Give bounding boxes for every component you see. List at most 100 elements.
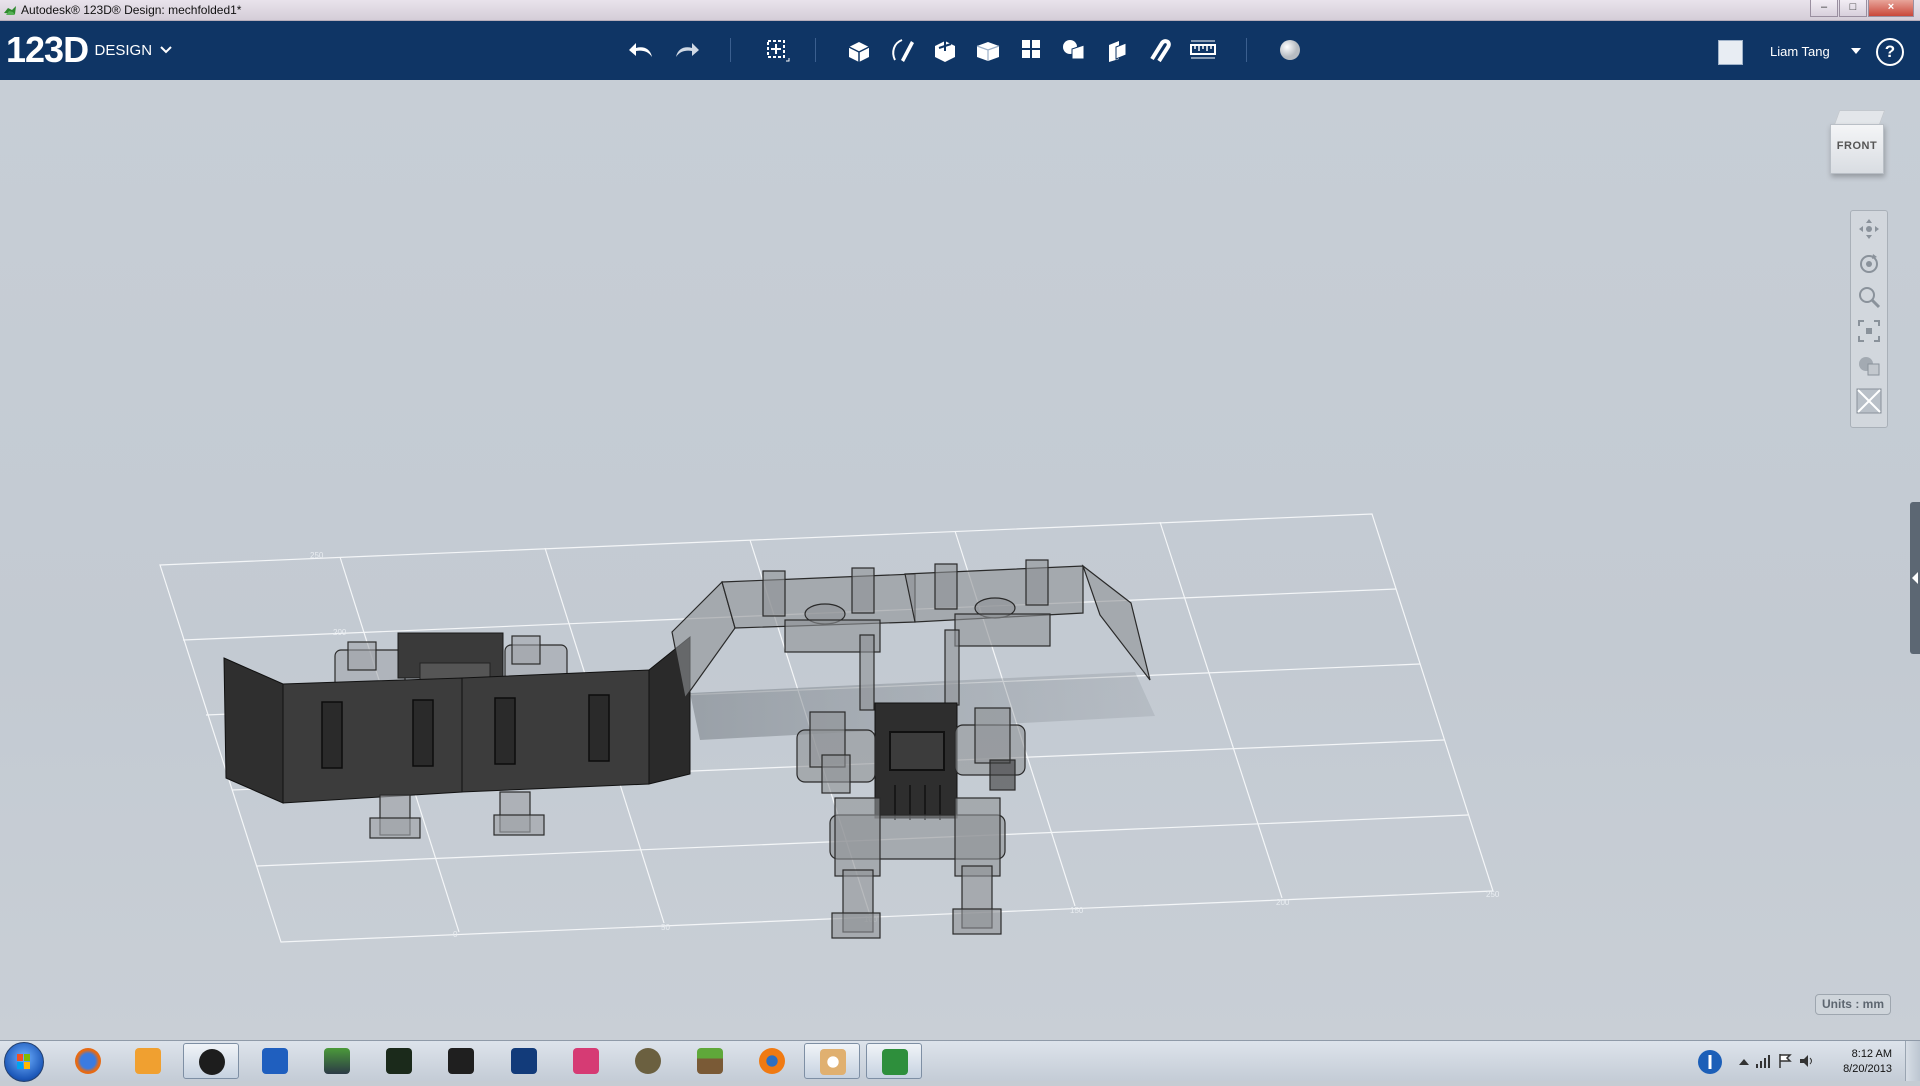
taskbar-krita[interactable]	[558, 1043, 614, 1079]
intel-graphics-icon[interactable]	[1695, 1047, 1725, 1077]
scene-canvas[interactable]: 250 200 50 100 150 200 250 0	[0, 80, 1920, 1040]
combine-button[interactable]	[1101, 35, 1133, 65]
inkscape-icon	[324, 1048, 350, 1074]
stencyl-icon	[386, 1048, 412, 1074]
3d-viewport[interactable]: 250 200 50 100 150 200 250 0	[0, 80, 1920, 1040]
pan-button[interactable]	[1855, 215, 1883, 243]
taskbar-inkscape[interactable]	[309, 1043, 365, 1079]
taskbar-paint[interactable]	[804, 1043, 860, 1079]
orbit-button[interactable]	[1855, 249, 1883, 277]
start-button[interactable]	[4, 1042, 44, 1082]
123d-app-icon	[4, 6, 16, 15]
media-player-icon	[135, 1048, 161, 1074]
user-dropdown-icon[interactable]	[1851, 48, 1861, 54]
material-button[interactable]	[1274, 35, 1306, 65]
measure-button[interactable]	[1187, 35, 1219, 65]
view-cube-front-face[interactable]: FRONT	[1830, 124, 1884, 174]
blender-icon	[759, 1048, 785, 1074]
taskbar-media-player[interactable]	[120, 1043, 176, 1079]
grouping-icon	[1063, 40, 1085, 60]
transform-button[interactable]	[760, 35, 792, 65]
construct-button[interactable]	[929, 35, 961, 65]
materials-outline-button[interactable]	[1855, 387, 1883, 415]
show-desktop-button[interactable]	[1905, 1041, 1920, 1081]
zoom-button[interactable]	[1855, 283, 1883, 311]
grouping-button[interactable]	[1058, 35, 1090, 65]
measure-icon	[1190, 40, 1216, 59]
action-center-flag-icon[interactable]	[1777, 1053, 1793, 1069]
chevron-down-icon	[160, 46, 173, 54]
construct-icon	[935, 41, 955, 62]
view-style-button[interactable]	[1855, 351, 1883, 379]
primitives-button[interactable]	[843, 35, 875, 65]
windows-taskbar: 8:12 AM 8/20/2013	[0, 1040, 1920, 1082]
user-avatar[interactable]	[1718, 40, 1743, 65]
grid-label: 250	[1486, 890, 1500, 899]
window-controls: – □ ×	[1809, 0, 1914, 18]
clock-time: 8:12 AM	[1851, 1048, 1892, 1060]
network-icon[interactable]	[1755, 1054, 1771, 1068]
snap-button[interactable]	[1144, 35, 1176, 65]
minimize-button[interactable]: –	[1810, 0, 1838, 17]
grid-label: 0	[453, 930, 458, 939]
undo-icon	[629, 43, 652, 57]
orbit-icon	[1860, 254, 1878, 273]
taskbar-123d-design[interactable]	[866, 1043, 922, 1079]
taskbar-paint-net-blue[interactable]	[247, 1043, 303, 1079]
window-title: Autodesk® 123D® Design: mechfolded1*	[21, 3, 242, 17]
logo-number: 123D	[6, 29, 89, 70]
material-icon	[1280, 40, 1300, 60]
primitives-icon	[848, 42, 870, 62]
redo-button[interactable]	[670, 35, 702, 65]
combine-icon	[1109, 41, 1127, 62]
grid-label: 200	[333, 628, 347, 637]
checkmark-app-icon	[262, 1048, 288, 1074]
fit-button[interactable]	[1855, 317, 1883, 345]
butterfly-icon	[511, 1048, 537, 1074]
view-cube-label: FRONT	[1836, 140, 1878, 152]
taskbar-mischief[interactable]	[433, 1043, 489, 1079]
taskbar-hp[interactable]	[183, 1043, 239, 1079]
view-style-icon	[1859, 357, 1880, 376]
taskbar-firefox[interactable]	[60, 1043, 116, 1079]
gimp-icon	[635, 1048, 661, 1074]
grid-label: 50	[661, 923, 670, 932]
navigation-bar	[1850, 210, 1888, 428]
mech-model[interactable]	[671, 559, 1151, 939]
logo-word: DESIGN	[94, 41, 153, 59]
clock-date: 8/20/2013	[1843, 1063, 1892, 1075]
pattern-button[interactable]	[1015, 35, 1047, 65]
firefox-icon	[75, 1048, 101, 1074]
toolbar-separator	[815, 38, 816, 62]
pattern-icon	[1022, 40, 1040, 58]
fit-icon	[1858, 320, 1880, 342]
sketch-pen-icon	[448, 1048, 474, 1074]
undo-button[interactable]	[626, 35, 658, 65]
side-panel-toggle[interactable]	[1910, 502, 1920, 654]
show-hidden-icons-icon[interactable]	[1739, 1057, 1749, 1065]
taskbar-blender[interactable]	[744, 1043, 800, 1079]
folded-mech-model[interactable]	[223, 632, 691, 839]
minecraft-icon	[697, 1048, 723, 1074]
sketch-button[interactable]	[886, 35, 918, 65]
units-indicator[interactable]: Units : mm	[1815, 994, 1891, 1015]
transform-icon	[767, 40, 790, 62]
taskbar-stencyl[interactable]	[371, 1043, 427, 1079]
grid-label: 250	[310, 551, 324, 560]
system-tray: 8:12 AM 8/20/2013	[1695, 1041, 1920, 1081]
close-button[interactable]: ×	[1868, 0, 1914, 17]
taskbar-fraps[interactable]	[496, 1043, 552, 1079]
view-cube[interactable]: FRONT	[1826, 102, 1888, 180]
help-button[interactable]: ?	[1876, 38, 1904, 66]
taskbar-clock[interactable]: 8:12 AM 8/20/2013	[1843, 1047, 1892, 1077]
123d-design-icon	[882, 1049, 908, 1075]
taskbar-minecraft[interactable]	[682, 1043, 738, 1079]
modify-button[interactable]	[972, 35, 1004, 65]
taskbar-gimp[interactable]	[620, 1043, 676, 1079]
modify-icon	[976, 42, 1000, 61]
maximize-button[interactable]: □	[1839, 0, 1867, 17]
app-menu-logo[interactable]: 123D DESIGN	[6, 29, 173, 71]
toolbar-separator	[730, 38, 731, 62]
volume-icon[interactable]	[1799, 1053, 1815, 1069]
user-name[interactable]: Liam Tang	[1770, 44, 1830, 59]
